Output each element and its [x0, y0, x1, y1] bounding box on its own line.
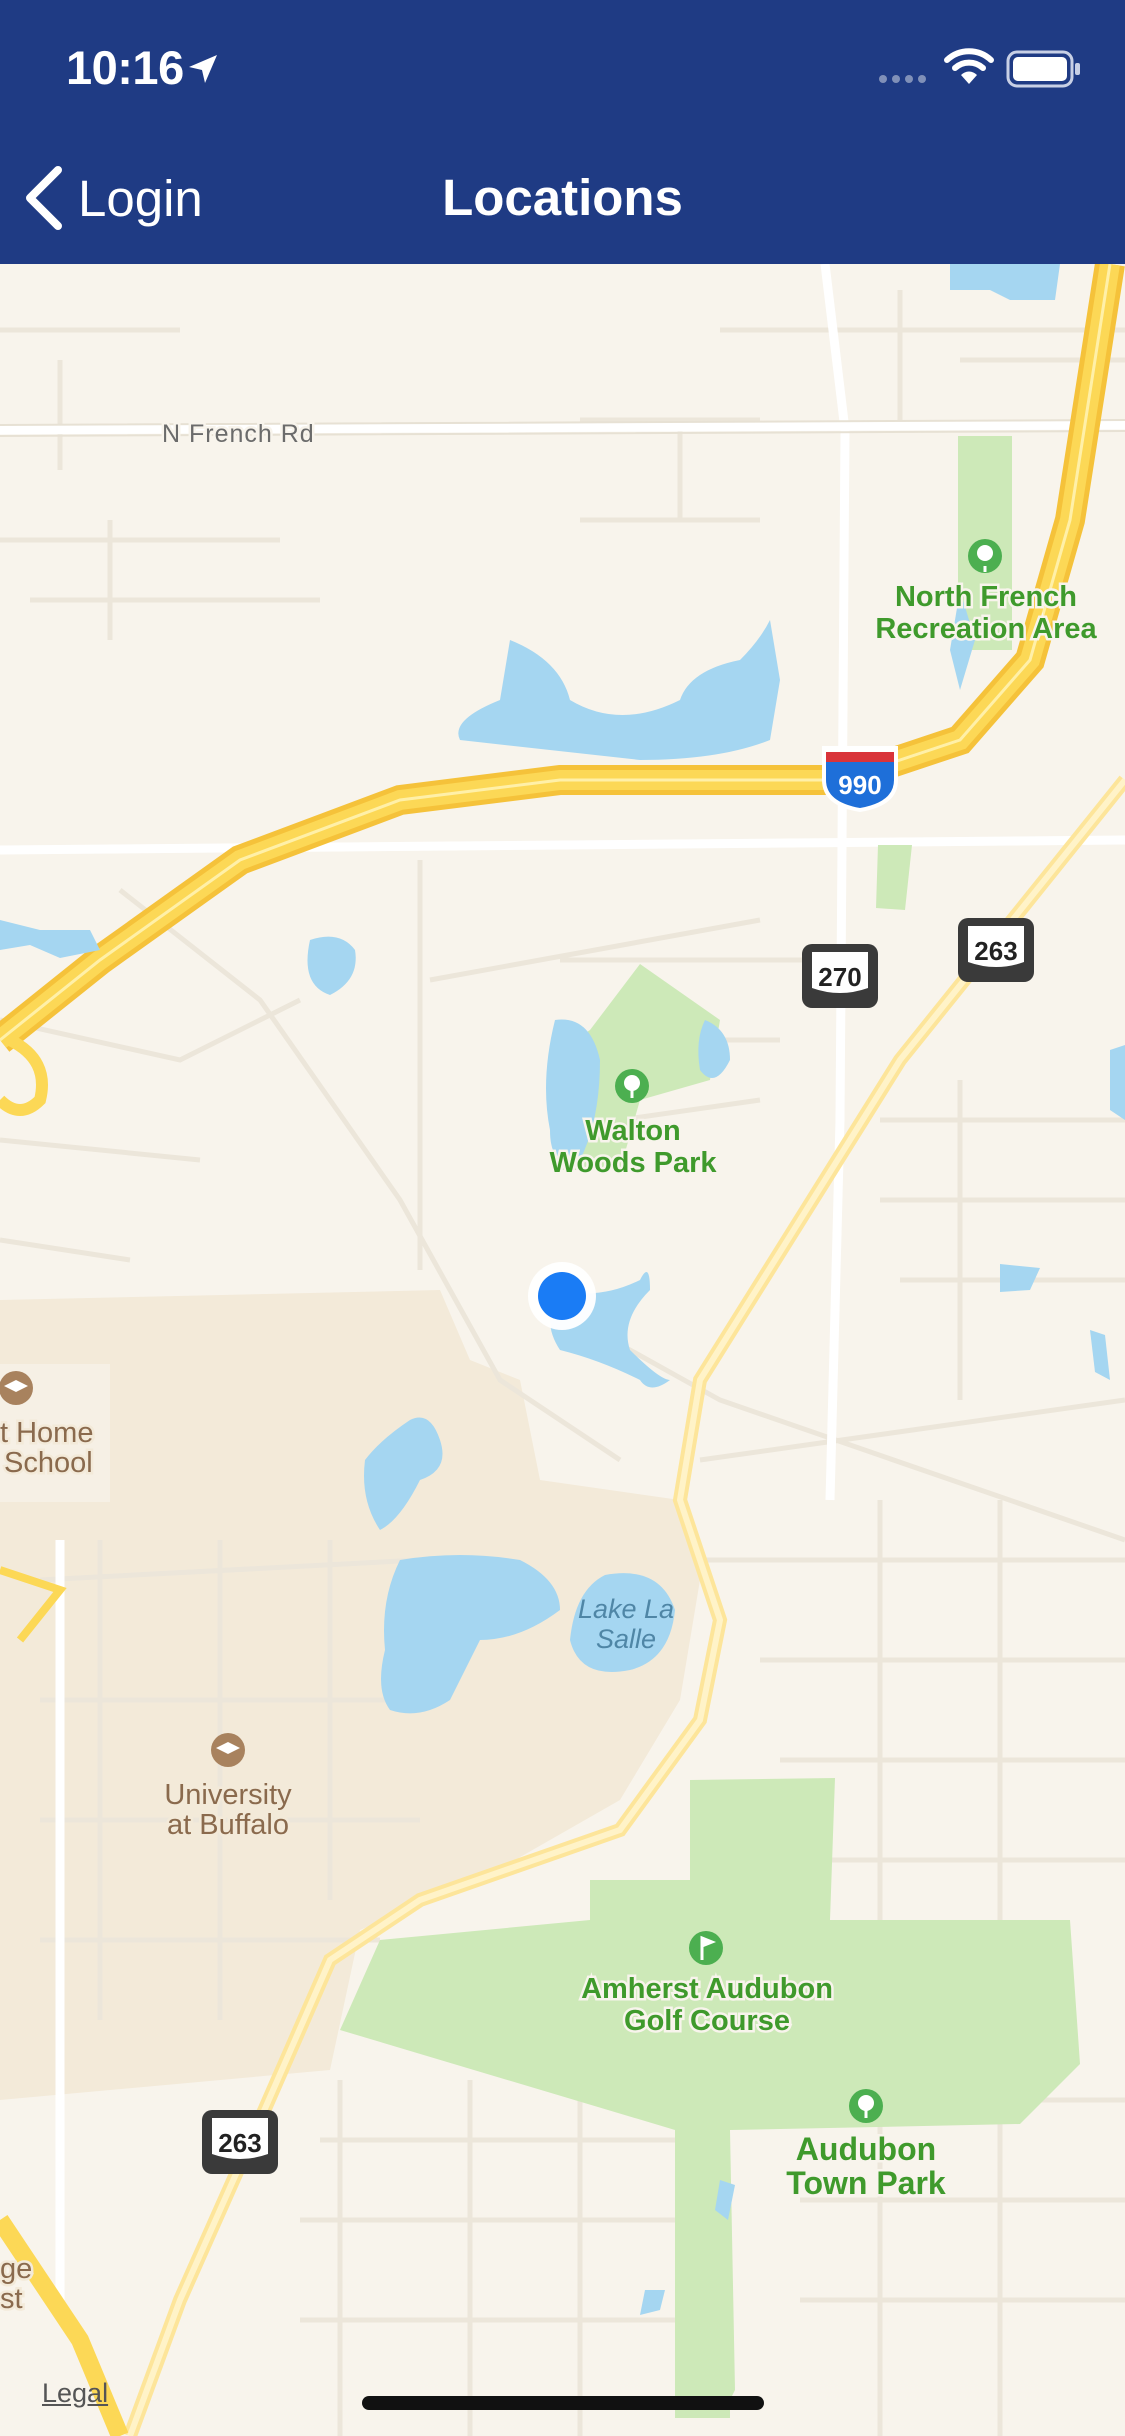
navigation-header: 10:16 Login Locations: [0, 0, 1125, 264]
interstate-990-shield: 990: [822, 746, 898, 812]
route-270-shield: 270: [802, 944, 878, 1008]
campus-name-line: University: [164, 1779, 292, 1811]
location-arrow-icon: [189, 55, 217, 83]
street-label-n-french-rd: N French Rd: [162, 420, 315, 448]
map-view[interactable]: N French Rd North French Recreation Area…: [0, 264, 1125, 2436]
edge-label: st: [0, 2283, 23, 2315]
park-name-line: Golf Course: [624, 2005, 790, 2037]
route-263-shield: 263: [958, 918, 1034, 982]
battery-icon: [1006, 50, 1080, 88]
park-name-line: Town Park: [786, 2165, 946, 2201]
campus-name-line: at Buffalo: [167, 1809, 289, 1841]
wifi-icon: [944, 48, 994, 84]
signal-dots-icon: [879, 75, 926, 83]
legal-link[interactable]: Legal: [42, 2378, 108, 2409]
shield-number: 990: [838, 770, 881, 800]
campus-name-line: t Home: [0, 1417, 93, 1449]
water-label-line: Salle: [596, 1624, 656, 1654]
park-name-line: Amherst Audubon: [581, 1973, 833, 2005]
campus-name-line: School: [4, 1447, 93, 1479]
route-263-shield: 263: [202, 2110, 278, 2174]
water-label-line: Lake La: [578, 1594, 674, 1624]
home-indicator[interactable]: [362, 2396, 764, 2410]
campus-label-school: t Home School: [0, 1364, 110, 1502]
park-name-line: Audubon: [796, 2131, 936, 2167]
shield-number: 270: [818, 962, 861, 992]
map-canvas[interactable]: N French Rd North French Recreation Area…: [0, 264, 1125, 2436]
park-name-line: Recreation Area: [875, 613, 1097, 645]
shield-number: 263: [218, 2128, 261, 2158]
park-name-line: Woods Park: [549, 1147, 717, 1179]
park-name-line: North French: [895, 581, 1077, 613]
page-title: Locations: [442, 169, 683, 226]
shield-number: 263: [974, 936, 1017, 966]
golf-icon: [689, 1931, 723, 1965]
park-name-line: Walton: [585, 1115, 681, 1147]
status-time: 10:16: [66, 41, 184, 94]
edge-label: ge: [0, 2253, 32, 2285]
user-location-marker[interactable]: [528, 1262, 596, 1330]
